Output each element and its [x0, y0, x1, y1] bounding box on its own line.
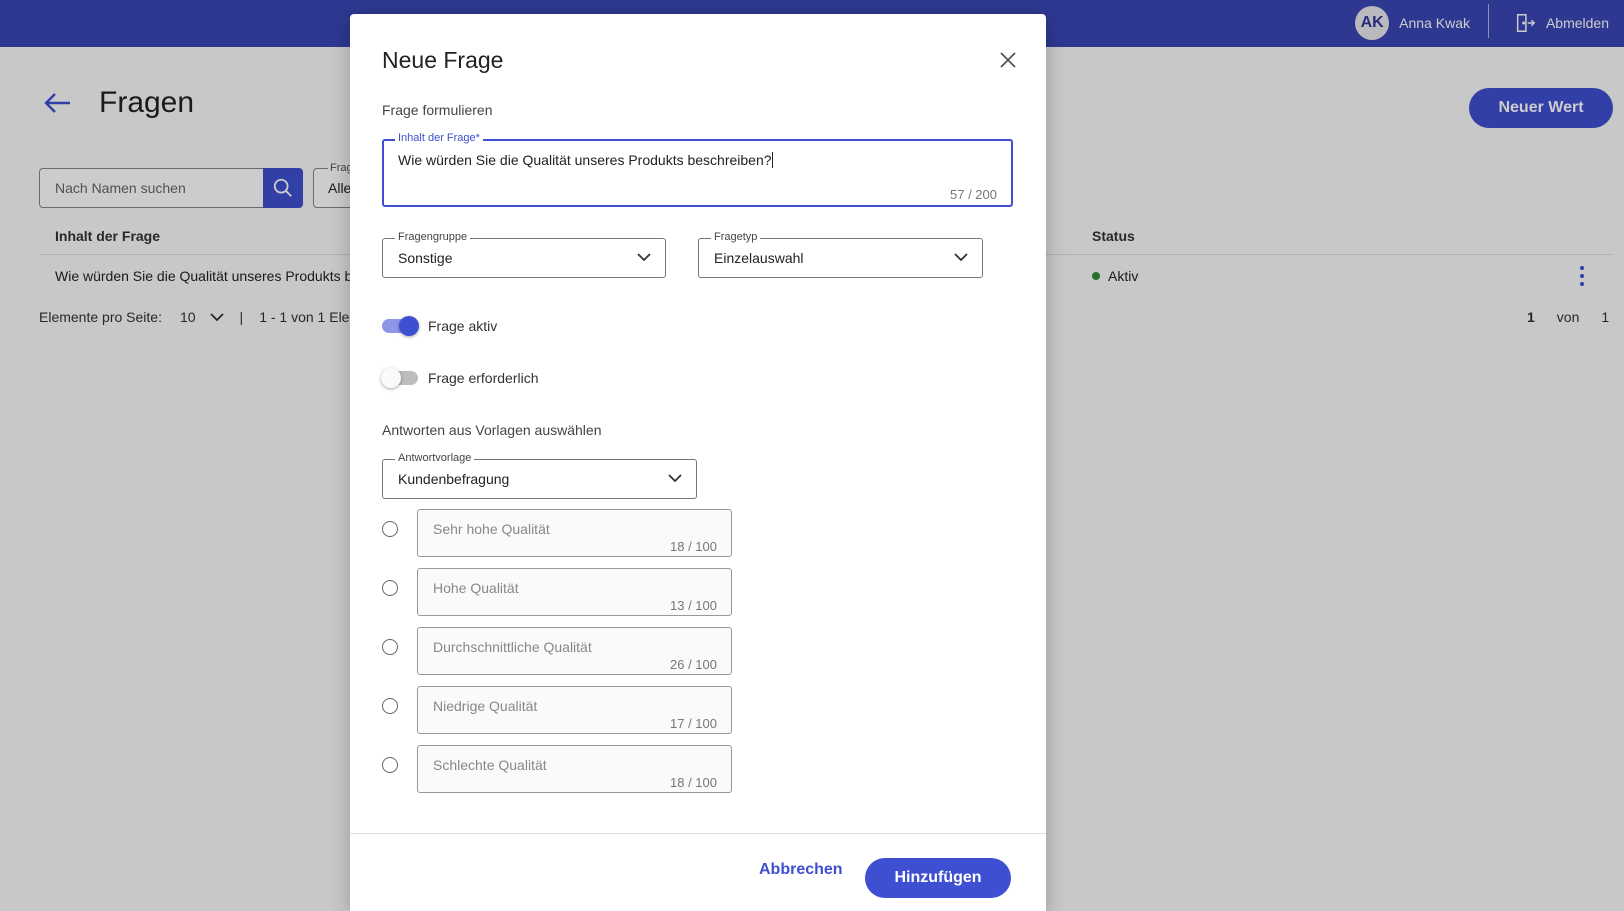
- answer-field[interactable]: Schlechte Qualität 18 / 100: [417, 745, 732, 793]
- answer-radio[interactable]: [382, 698, 398, 714]
- cancel-button[interactable]: Abbrechen: [759, 861, 843, 879]
- answer-template-select[interactable]: Antwortvorlage Kundenbefragung: [382, 452, 697, 499]
- section-formulate-label: Frage formulieren: [382, 102, 493, 118]
- question-group-value: Sonstige: [398, 250, 453, 266]
- answer-field[interactable]: Durchschnittliche Qualität 26 / 100: [417, 627, 732, 675]
- dialog-title: Neue Frage: [382, 47, 504, 73]
- question-char-counter: 57 / 200: [950, 187, 997, 202]
- answer-text: Hohe Qualität: [433, 580, 519, 596]
- answer-text: Schlechte Qualität: [433, 757, 547, 773]
- question-type-select[interactable]: Fragetyp Einzelauswahl: [698, 231, 983, 278]
- toggle-switch-on[interactable]: [382, 316, 419, 336]
- answer-option: Schlechte Qualität 18 / 100: [382, 745, 732, 793]
- answer-field[interactable]: Sehr hohe Qualität 18 / 100: [417, 509, 732, 557]
- answer-radio[interactable]: [382, 639, 398, 655]
- answer-char-counter: 26 / 100: [670, 657, 717, 672]
- section-answers-label: Antworten aus Vorlagen auswählen: [382, 422, 602, 438]
- answer-text: Sehr hohe Qualität: [433, 521, 550, 537]
- answer-char-counter: 17 / 100: [670, 716, 717, 731]
- answer-option: Niedrige Qualität 17 / 100: [382, 686, 732, 734]
- answer-option: Hohe Qualität 13 / 100: [382, 568, 732, 616]
- toggle-active-label: Frage aktiv: [428, 318, 498, 334]
- answer-text: Niedrige Qualität: [433, 698, 538, 714]
- answer-field[interactable]: Niedrige Qualität 17 / 100: [417, 686, 732, 734]
- answer-option: Sehr hohe Qualität 18 / 100: [382, 509, 732, 557]
- answer-text: Durchschnittliche Qualität: [433, 639, 592, 655]
- answer-char-counter: 18 / 100: [670, 775, 717, 790]
- dialog-footer-divider: [350, 833, 1046, 834]
- toggle-question-required[interactable]: Frage erforderlich: [381, 368, 539, 388]
- question-content-field[interactable]: Inhalt der Frage* Wie würden Sie die Qua…: [382, 132, 1013, 207]
- answer-char-counter: 18 / 100: [670, 539, 717, 554]
- answer-option: Durchschnittliche Qualität 26 / 100: [382, 627, 732, 675]
- question-content-label: Inhalt der Frage*: [395, 132, 483, 144]
- close-icon[interactable]: [998, 50, 1018, 70]
- answer-template-value: Kundenbefragung: [398, 471, 510, 487]
- new-question-dialog: Neue Frage Frage formulieren Inhalt der …: [350, 14, 1046, 911]
- answer-radio[interactable]: [382, 521, 398, 537]
- answer-radio[interactable]: [382, 757, 398, 773]
- toggle-switch-off[interactable]: [381, 368, 418, 388]
- add-button[interactable]: Hinzufügen: [865, 858, 1011, 898]
- answer-radio[interactable]: [382, 580, 398, 596]
- question-group-select[interactable]: Fragengruppe Sonstige: [382, 231, 666, 278]
- question-type-value: Einzelauswahl: [714, 250, 804, 266]
- chevron-down-icon: [637, 253, 651, 262]
- toggle-required-label: Frage erforderlich: [428, 370, 539, 386]
- question-group-label: Fragengruppe: [395, 231, 471, 243]
- chevron-down-icon: [954, 253, 968, 262]
- chevron-down-icon: [668, 474, 682, 483]
- question-content-value[interactable]: Wie würden Sie die Qualität unseres Prod…: [398, 152, 773, 168]
- answer-char-counter: 13 / 100: [670, 598, 717, 613]
- answer-field[interactable]: Hohe Qualität 13 / 100: [417, 568, 732, 616]
- toggle-question-active[interactable]: Frage aktiv: [382, 316, 498, 336]
- answer-template-label: Antwortvorlage: [395, 452, 475, 464]
- question-type-label: Fragetyp: [711, 231, 761, 243]
